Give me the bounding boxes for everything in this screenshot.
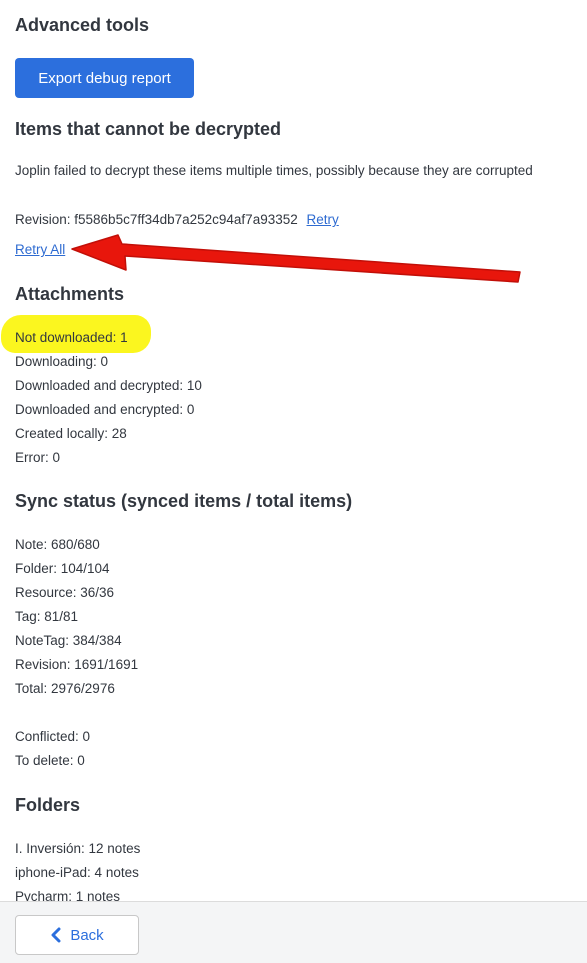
sync-note: Note: 680/680 (15, 537, 100, 552)
retry-all-link[interactable]: Retry All (15, 242, 65, 257)
sync-resource: Resource: 36/36 (15, 585, 115, 600)
sync-notetag: NoteTag: 384/384 (15, 633, 122, 648)
sync-revision: Revision: 1691/1691 (15, 657, 139, 672)
attachments-heading: Attachments (15, 284, 125, 304)
status-page-content: Advanced tools Export debug report Items… (0, 0, 587, 901)
attachments-created-locally: Created locally: 28 (15, 426, 127, 441)
revision-row: Revision: f5586b5c7ff34db7a252c94af7a933… (15, 212, 339, 228)
folder-item: I. Inversión: 12 notes (15, 841, 141, 856)
chevron-left-icon (50, 927, 62, 943)
sync-tag: Tag: 81/81 (15, 609, 79, 624)
attachments-downloaded-encrypted: Downloaded and encrypted: 0 (15, 402, 195, 417)
sync-conflicted: Conflicted: 0 (15, 729, 91, 744)
sync-status-heading: Sync status (synced items / total items) (15, 491, 353, 511)
sync-folder: Folder: 104/104 (15, 561, 110, 576)
footer-bar: Back (0, 901, 587, 963)
retry-all-row: Retry All (15, 242, 65, 258)
folder-item: iphone-iPad: 4 notes (15, 865, 139, 880)
back-button[interactable]: Back (15, 915, 139, 955)
sync-total: Total: 2976/2976 (15, 681, 115, 696)
attachments-not-downloaded: Not downloaded: 1 (15, 330, 128, 345)
export-debug-report-button[interactable]: Export debug report (15, 58, 194, 98)
decrypt-description: Joplin failed to decrypt these items mul… (15, 163, 533, 178)
back-button-label: Back (70, 926, 104, 944)
sync-to-delete: To delete: 0 (15, 753, 85, 768)
decrypt-heading: Items that cannot be decrypted (15, 119, 282, 139)
revision-id: Revision: f5586b5c7ff34db7a252c94af7a933… (15, 212, 298, 227)
attachments-downloaded-decrypted: Downloaded and decrypted: 10 (15, 378, 202, 393)
retry-link[interactable]: Retry (307, 212, 339, 227)
attachments-downloading: Downloading: 0 (15, 354, 109, 369)
attachments-error: Error: 0 (15, 450, 61, 465)
folders-heading: Folders (15, 795, 81, 815)
advanced-tools-heading: Advanced tools (15, 15, 150, 35)
folder-item: Pycharm: 1 notes (15, 889, 121, 901)
